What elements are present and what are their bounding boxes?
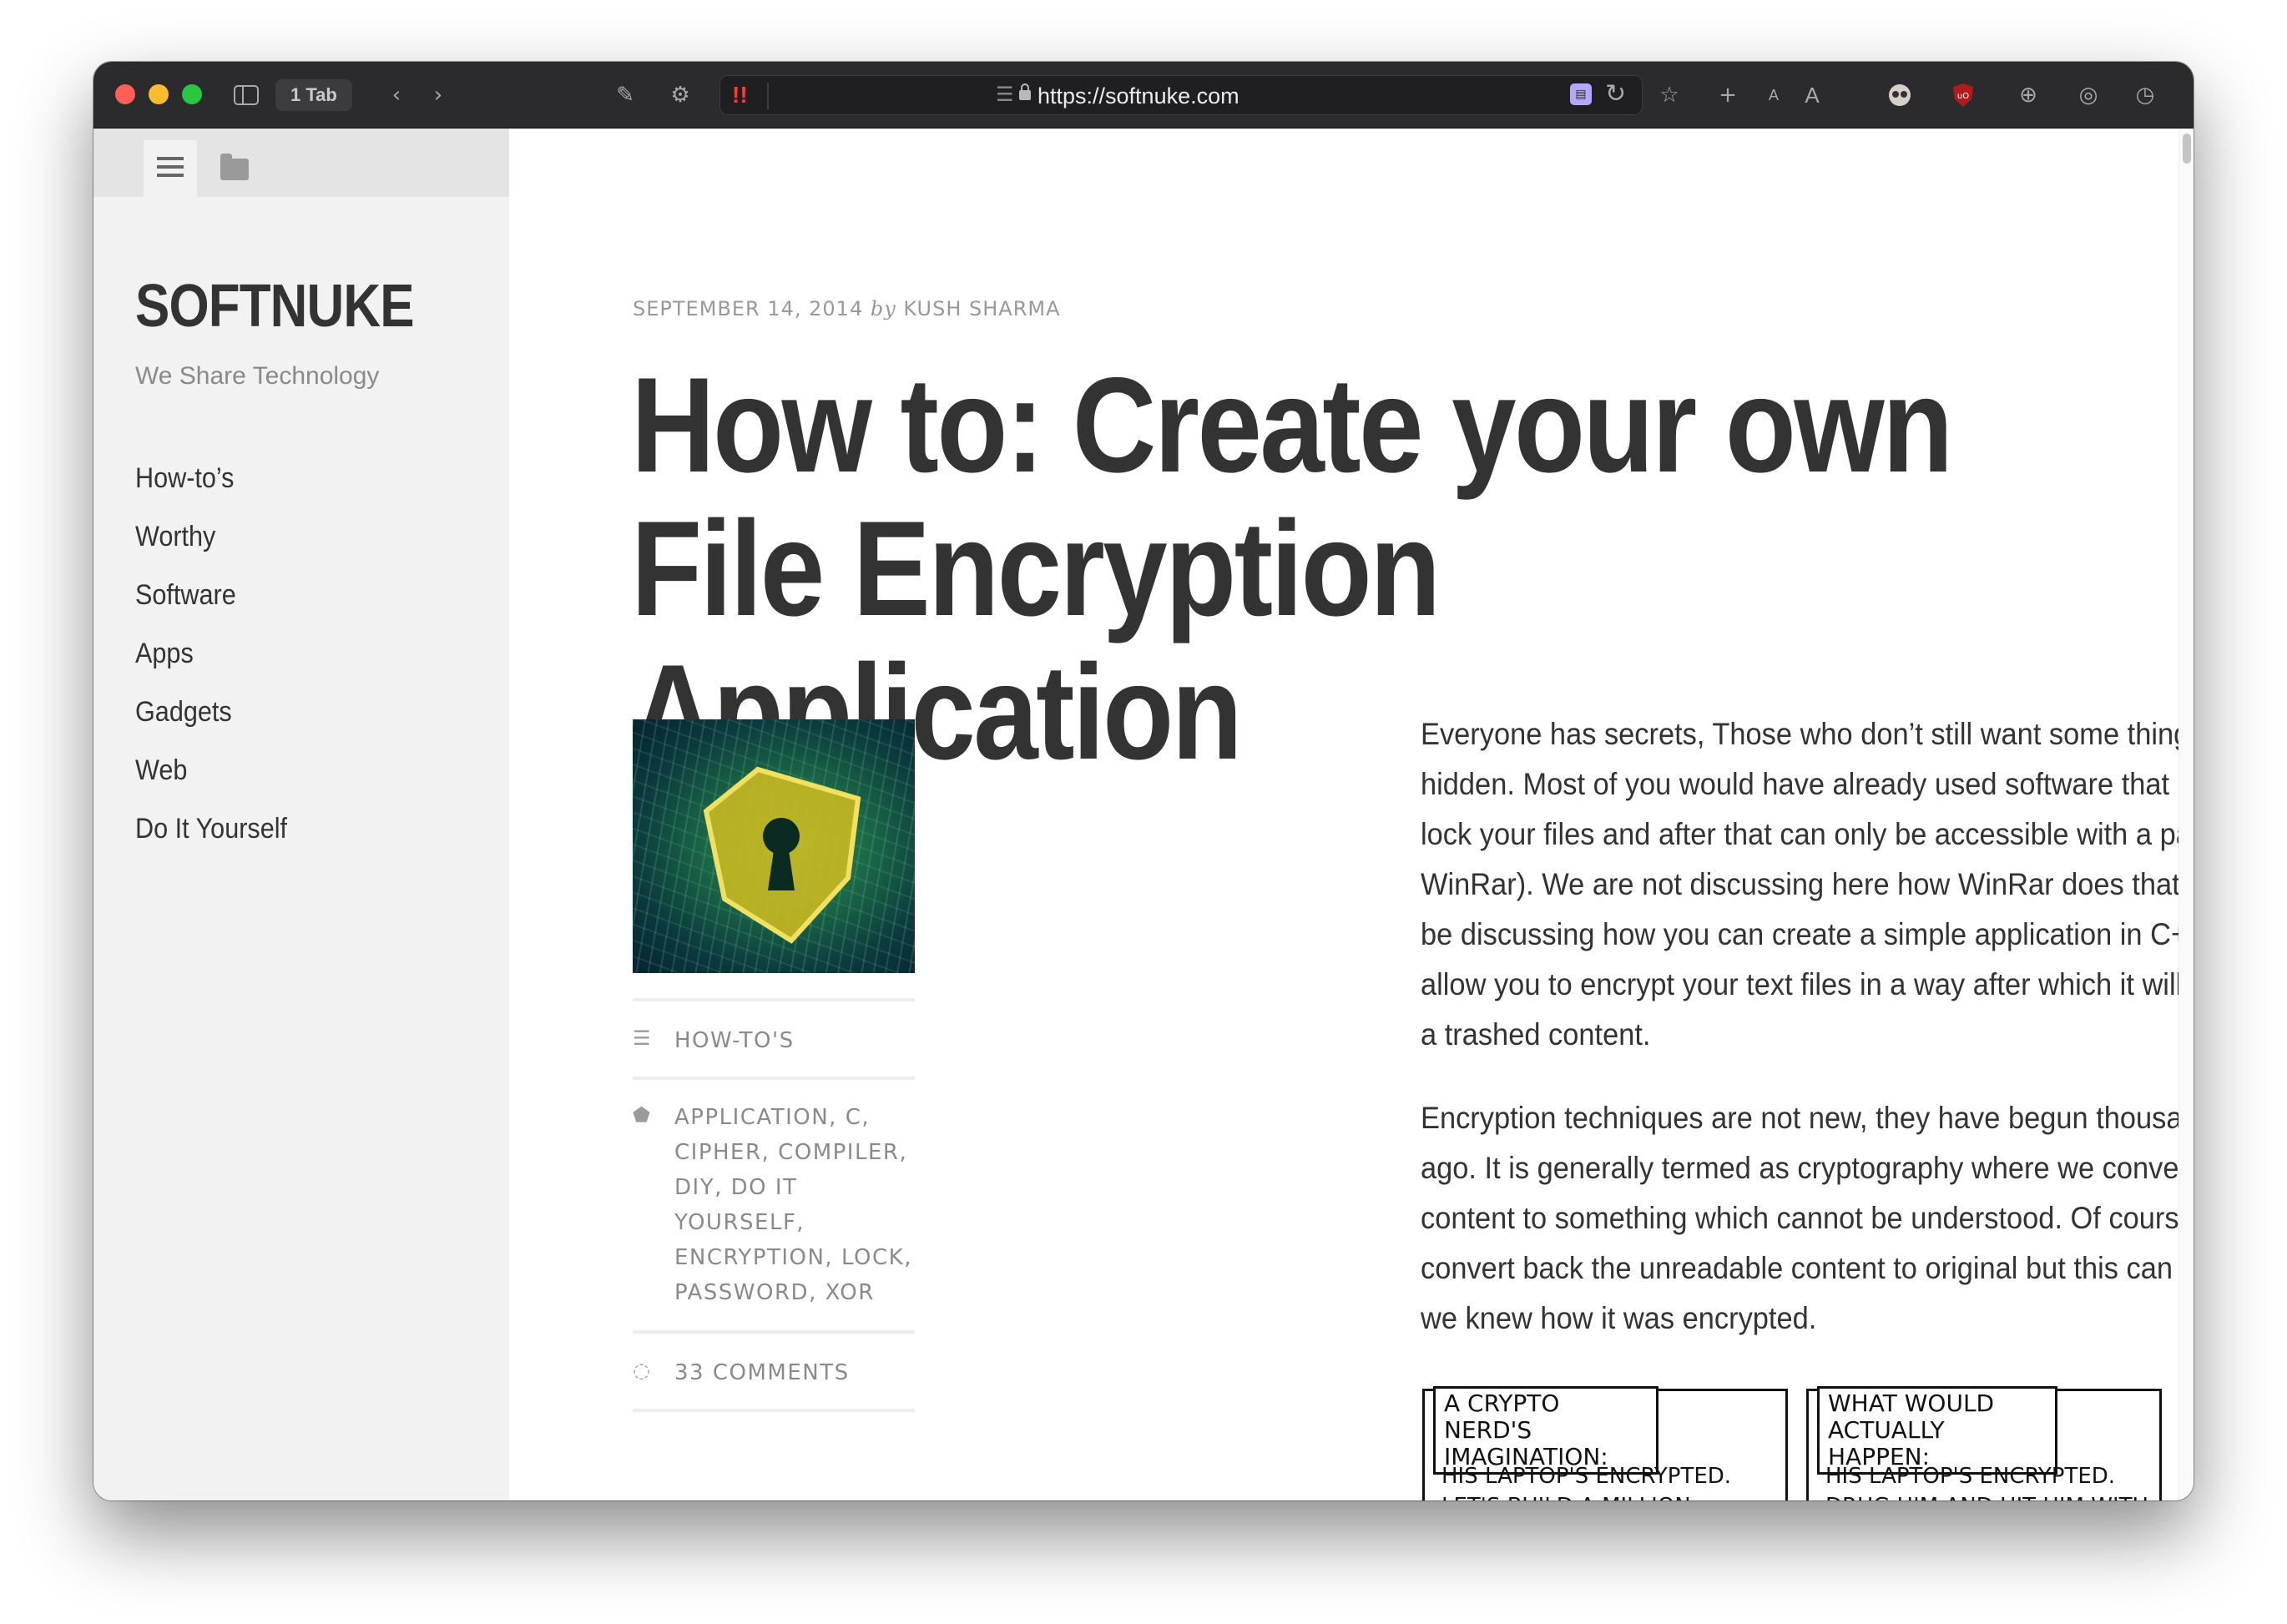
post-date[interactable]: SEPTEMBER 14, 2014 bbox=[633, 297, 863, 320]
comments-link[interactable]: 33 COMMENTS bbox=[674, 1355, 850, 1390]
nav-item-do-it-yourself[interactable]: Do It Yourself bbox=[135, 813, 287, 871]
sidebar-tabs bbox=[93, 129, 509, 197]
post-tags: ⬟ APPLICATION, C, CIPHER, COMPILER, DIY,… bbox=[633, 1100, 915, 1309]
category-list-icon: ☰ bbox=[633, 1026, 653, 1050]
svg-text:uO: uO bbox=[1957, 92, 1969, 101]
menu-tab[interactable] bbox=[144, 140, 197, 197]
post-paragraph-2: Encryption techniques are not new, they … bbox=[1421, 1101, 2194, 1335]
site-tagline: We Share Technology bbox=[135, 362, 380, 390]
nav-item-gadgets[interactable]: Gadgets bbox=[135, 696, 287, 754]
comic-panel-2-text: HIS LAPTOP'S ENCRYPTED. DRUG HIM AND HIT… bbox=[1825, 1464, 2148, 1500]
post-author[interactable]: KUSH SHARMA bbox=[903, 297, 1060, 320]
text-larger-button[interactable]: A bbox=[1800, 80, 1825, 110]
rss-icon[interactable]: ☰ bbox=[996, 83, 1014, 106]
comic-panel-1: A CRYPTO NERD'S IMAGINATION: HIS LAPTOP'… bbox=[1422, 1386, 1788, 1500]
sidebar-toggle-icon[interactable] bbox=[232, 80, 260, 110]
sidebar-nav: How-to’s Worthy Software Apps Gadgets We… bbox=[135, 462, 304, 871]
nav-item-apps[interactable]: Apps bbox=[135, 638, 287, 696]
address-bar-divider bbox=[767, 83, 769, 109]
post-title-line1: How to: Create your own bbox=[631, 350, 1953, 501]
site-title[interactable]: SOFTNUKE bbox=[135, 272, 415, 340]
tab-overview-button[interactable]: 1 Tab bbox=[275, 79, 352, 111]
meta-divider bbox=[633, 1077, 915, 1080]
lock-icon bbox=[1019, 83, 1031, 100]
tag-icon: ⬟ bbox=[633, 1103, 652, 1127]
new-tab-plus-icon[interactable]: + bbox=[1713, 80, 1743, 110]
hamburger-menu-icon bbox=[157, 157, 184, 160]
category-link[interactable]: HOW-TO'S bbox=[674, 1023, 795, 1058]
extension-brush-icon[interactable]: ✎ bbox=[611, 80, 639, 110]
browser-window: 1 Tab ‹ › ✎ ⚙ !! ☰ https://softnuke.com … bbox=[93, 62, 2194, 1500]
padlock-shield-icon bbox=[703, 766, 861, 944]
post-meta: SEPTEMBER 14, 2014 by KUSH SHARMA bbox=[633, 297, 1061, 320]
history-clock-icon[interactable]: ◷ bbox=[2130, 80, 2160, 110]
extension-gear-icon[interactable]: ⚙ bbox=[666, 80, 694, 110]
post-by-label: by bbox=[870, 297, 896, 320]
post-category: ☰ HOW-TO'S bbox=[633, 1023, 915, 1073]
ublock-shield-icon[interactable]: uO bbox=[1948, 80, 1978, 110]
downloads-icon[interactable]: ⊕ bbox=[2013, 80, 2043, 110]
extension-owl-icon[interactable] bbox=[1885, 80, 1915, 110]
scrollbar-thumb[interactable] bbox=[2183, 134, 2191, 164]
meta-divider bbox=[633, 1409, 915, 1412]
translate-icon[interactable]: ▤ bbox=[1570, 83, 1592, 105]
warning-icon[interactable]: !! bbox=[732, 82, 748, 108]
meta-divider bbox=[633, 1330, 915, 1334]
bookmark-star-icon[interactable]: ☆ bbox=[1654, 80, 1684, 110]
site-sidebar: SOFTNUKE We Share Technology How-to’s Wo… bbox=[93, 129, 509, 1500]
browser-toolbar: 1 Tab ‹ › ✎ ⚙ !! ☰ https://softnuke.com … bbox=[93, 62, 2194, 129]
folder-icon[interactable] bbox=[220, 154, 249, 180]
forward-icon[interactable]: › bbox=[426, 80, 451, 110]
page-scrollbar[interactable] bbox=[2178, 129, 2194, 1500]
nav-item-web[interactable]: Web bbox=[135, 754, 287, 813]
url-text[interactable]: https://softnuke.com bbox=[1037, 83, 1239, 109]
featured-image bbox=[633, 719, 915, 973]
nav-item-how-tos[interactable]: How-to’s bbox=[135, 462, 287, 521]
article-content: SEPTEMBER 14, 2014 by KUSH SHARMA How to… bbox=[509, 129, 2194, 1500]
address-bar[interactable]: !! ☰ https://softnuke.com ▤ ↻ bbox=[719, 75, 1643, 115]
nav-item-worthy[interactable]: Worthy bbox=[135, 521, 287, 579]
nav-item-software[interactable]: Software bbox=[135, 579, 287, 638]
comment-bubble-icon: ◌ bbox=[633, 1359, 652, 1382]
close-window-button[interactable] bbox=[115, 84, 135, 104]
comic-panel-1-text: HIS LAPTOP'S ENCRYPTED. LET'S BUILD A MI… bbox=[1441, 1464, 1732, 1500]
zoom-window-button[interactable] bbox=[182, 84, 202, 104]
comic-panel-2: WHAT WOULD ACTUALLY HAPPEN: HIS LAPTOP'S… bbox=[1806, 1386, 2162, 1500]
meta-divider bbox=[633, 998, 915, 1001]
post-paragraph-1: Everyone has secrets, Those who don’t st… bbox=[1421, 717, 2194, 1052]
post-comments: ◌ 33 COMMENTS bbox=[633, 1355, 915, 1405]
minimize-window-button[interactable] bbox=[149, 84, 169, 104]
back-icon[interactable]: ‹ bbox=[384, 80, 409, 110]
tag-list[interactable]: APPLICATION, C, CIPHER, COMPILER, DIY, D… bbox=[674, 1100, 916, 1310]
reload-icon[interactable]: ↻ bbox=[1605, 79, 1626, 108]
text-smaller-button[interactable]: A bbox=[1761, 80, 1786, 110]
tab-grid-icon[interactable]: ⊞ bbox=[2187, 80, 2194, 110]
extension-target-icon[interactable]: ◎ bbox=[2073, 80, 2103, 110]
